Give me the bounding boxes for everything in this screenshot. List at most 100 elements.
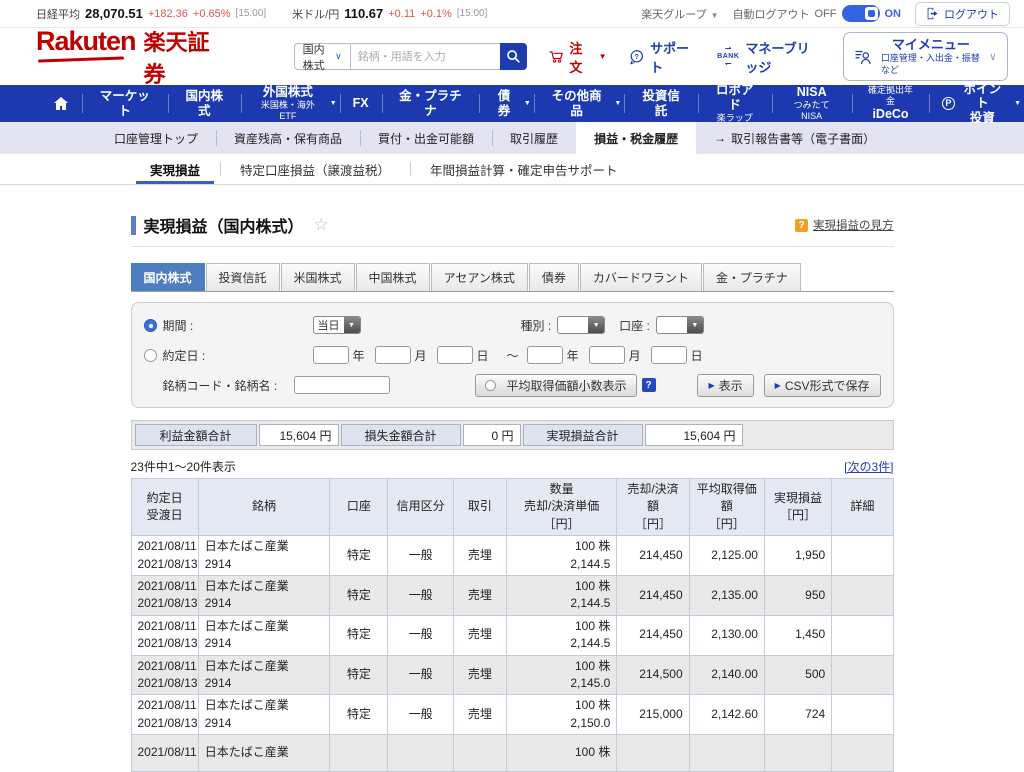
ptab-covered-warrant[interactable]: カバードワラント <box>580 263 702 291</box>
support-link[interactable]: ? サポート <box>629 38 696 76</box>
subnav-account-top[interactable]: 口座管理トップ <box>96 122 216 154</box>
pl-guide-link[interactable]: 実現損益の見方 <box>813 217 894 233</box>
cell-sale-amount: 214,450 <box>617 536 689 576</box>
date-range-tilde: ～ <box>507 347 519 364</box>
usdjpy-quote: 米ドル/円 110.67 +0.11 +0.1% [15:00] <box>292 6 487 22</box>
col-detail: 詳細 <box>832 479 893 536</box>
ptab-us-stock[interactable]: 米国株式 <box>281 263 355 291</box>
csv-save-button[interactable]: CSV形式で保存 <box>764 374 881 397</box>
ptab-asean-stock[interactable]: アセアン株式 <box>431 263 528 291</box>
pagination-row: 23件中1～20件表示 [次の3件] <box>131 458 894 475</box>
profit-total-label: 利益金額合計 <box>135 424 257 446</box>
subnav-buying-power[interactable]: 買付・出金可能額 <box>360 122 492 154</box>
nav-foreign-stock[interactable]: 外国株式 米国株・海外ETF ▼ <box>241 85 340 122</box>
type-label: 種別 : <box>521 317 552 334</box>
ptab-gold-platinum[interactable]: 金・プラチナ <box>703 263 801 291</box>
table-row: 2021/08/11 2021/08/13 日本たばこ産業 2914 特定 一般… <box>131 615 893 655</box>
ptab-domestic-stock[interactable]: 国内株式 <box>131 263 205 291</box>
period-radio[interactable] <box>144 319 157 332</box>
from-month-input[interactable] <box>375 346 411 364</box>
subnav-trade-reports[interactable]: → 取引報告書等（電子書面） <box>696 122 893 154</box>
symbol-input[interactable] <box>294 376 390 394</box>
tab-label: 特定口座損益（譲渡益税） <box>240 160 390 179</box>
cell-dates: 2021/08/11 2021/08/13 <box>131 575 198 615</box>
subnav-label: 買付・出金可能額 <box>378 130 474 147</box>
cell-account: 特定 <box>330 695 388 735</box>
cell-realized-pl: 1,950 <box>764 536 831 576</box>
nav-point-invest[interactable]: P ポイント 投資 ▼ <box>929 85 1024 122</box>
nav-mutual-funds[interactable]: 投資信託 <box>624 85 698 122</box>
order-menu[interactable]: 注文 <box>549 38 607 76</box>
favorite-star-icon[interactable]: ☆ <box>314 215 329 235</box>
pl-summary-bar: 利益金額合計 15,604 円 損失金額合計 0 円 実現損益合計 15,604… <box>131 420 894 450</box>
auto-logout-off-label: OFF <box>815 8 837 20</box>
avg-price-help-icon[interactable]: ? <box>642 378 656 392</box>
col-sale-amount: 売却/決済額 ［円］ <box>617 479 689 536</box>
nav-domestic-stock[interactable]: 国内株式 <box>168 85 242 122</box>
nav-gold-platinum[interactable]: 金・プラチナ <box>382 85 479 122</box>
account-select[interactable] <box>656 316 704 334</box>
avg-price-decimal-button[interactable]: 平均取得価額小数表示 <box>475 374 637 397</box>
rakuten-logo[interactable]: Rakuten 楽天証券 <box>36 25 212 89</box>
cell-account <box>330 735 388 772</box>
nav-home[interactable] <box>40 85 82 122</box>
nav-nisa[interactable]: NISA つみたてNISA <box>772 85 852 122</box>
to-year-input[interactable] <box>527 346 563 364</box>
search-input[interactable] <box>350 43 500 70</box>
cell-margin-type <box>388 735 453 772</box>
col-trade: 取引 <box>453 479 506 536</box>
cell-realized-pl: 724 <box>764 695 831 735</box>
search-category-select[interactable]: 国内株式 <box>294 43 350 70</box>
profit-total-value: 15,604 円 <box>259 424 339 446</box>
realized-pl-table: 約定日 受渡日 銘柄 口座 信用区分 取引 数量 売却/決済単価［円］ 売却/決… <box>131 478 894 772</box>
avg-price-decimal-radio[interactable] <box>485 380 496 391</box>
subnav-asset-balance[interactable]: 資産残高・保有商品 <box>216 122 360 154</box>
cell-trade <box>453 735 506 772</box>
product-tabs: 国内株式 投資信託 米国株式 中国株式 アセアン株式 債券 カバードワラント 金… <box>131 263 894 292</box>
trade-date-radio[interactable] <box>144 349 157 362</box>
next-page-link[interactable]: [次の3件] <box>844 458 893 475</box>
tab-annual-pl-taxsupport[interactable]: 年間損益計算・確定申告サポート <box>410 154 638 184</box>
tab-realized-pl[interactable]: 実現損益 <box>130 154 220 184</box>
type-select[interactable] <box>557 316 605 334</box>
day-unit: 日 <box>477 347 489 364</box>
nav-label: 債券 <box>492 89 516 119</box>
nav-market[interactable]: マーケット <box>82 85 168 122</box>
subnav-trade-history[interactable]: 取引履歴 <box>492 122 576 154</box>
subnav-pl-tax-history[interactable]: 損益・税金履歴 <box>576 122 696 154</box>
logout-label: ログアウト <box>944 6 999 22</box>
nav-fx[interactable]: FX <box>340 85 382 122</box>
cell-detail <box>832 575 893 615</box>
rakuten-group-menu[interactable]: 楽天グループ <box>641 6 718 22</box>
col-avg-acquisition-price: 平均取得価額 ［円］ <box>689 479 764 536</box>
to-month-input[interactable] <box>589 346 625 364</box>
my-menu-button[interactable]: マイメニュー 口座管理・入出金・振替など ∨ <box>843 32 1008 81</box>
nav-ideco[interactable]: 確定拠出年金 iDeCo <box>852 85 929 122</box>
period-select[interactable]: 当日 <box>313 316 361 334</box>
tab-specific-account-pl[interactable]: 特定口座損益（譲渡益税） <box>220 154 410 184</box>
nav-bonds[interactable]: 債券 ▼ <box>479 85 534 122</box>
from-year-input[interactable] <box>313 346 349 364</box>
cart-icon <box>549 49 564 65</box>
auto-logout-toggle[interactable] <box>842 5 880 22</box>
auto-logout-label: 自動ログアウト <box>733 6 810 22</box>
show-button[interactable]: 表示 <box>697 374 753 397</box>
ptab-china-stock[interactable]: 中国株式 <box>356 263 430 291</box>
to-day-input[interactable] <box>651 346 687 364</box>
search-button[interactable] <box>500 43 527 70</box>
cell-trade: 売埋 <box>453 695 506 735</box>
nikkei-time: [15:00] <box>236 8 267 19</box>
nav-label: ロボアド <box>711 83 759 113</box>
nav-other-products[interactable]: その他商品 ▼ <box>534 85 625 122</box>
logout-button[interactable]: ログアウト <box>915 2 1010 26</box>
cell-dates: 2021/08/11 <box>131 735 198 772</box>
from-day-input[interactable] <box>437 346 473 364</box>
ptab-bonds[interactable]: 債券 <box>529 263 579 291</box>
usdjpy-value: 110.67 <box>344 6 383 21</box>
nav-roboad[interactable]: ロボアド 楽ラップ <box>698 85 772 122</box>
ptab-mutual-funds[interactable]: 投資信託 <box>206 263 280 291</box>
caret-down-icon <box>687 317 703 333</box>
cell-realized-pl <box>764 735 831 772</box>
moneybridge-link[interactable]: ⇀ BANK ↽ マネーブリッジ <box>717 38 821 76</box>
cell-margin-type: 一般 <box>388 575 453 615</box>
